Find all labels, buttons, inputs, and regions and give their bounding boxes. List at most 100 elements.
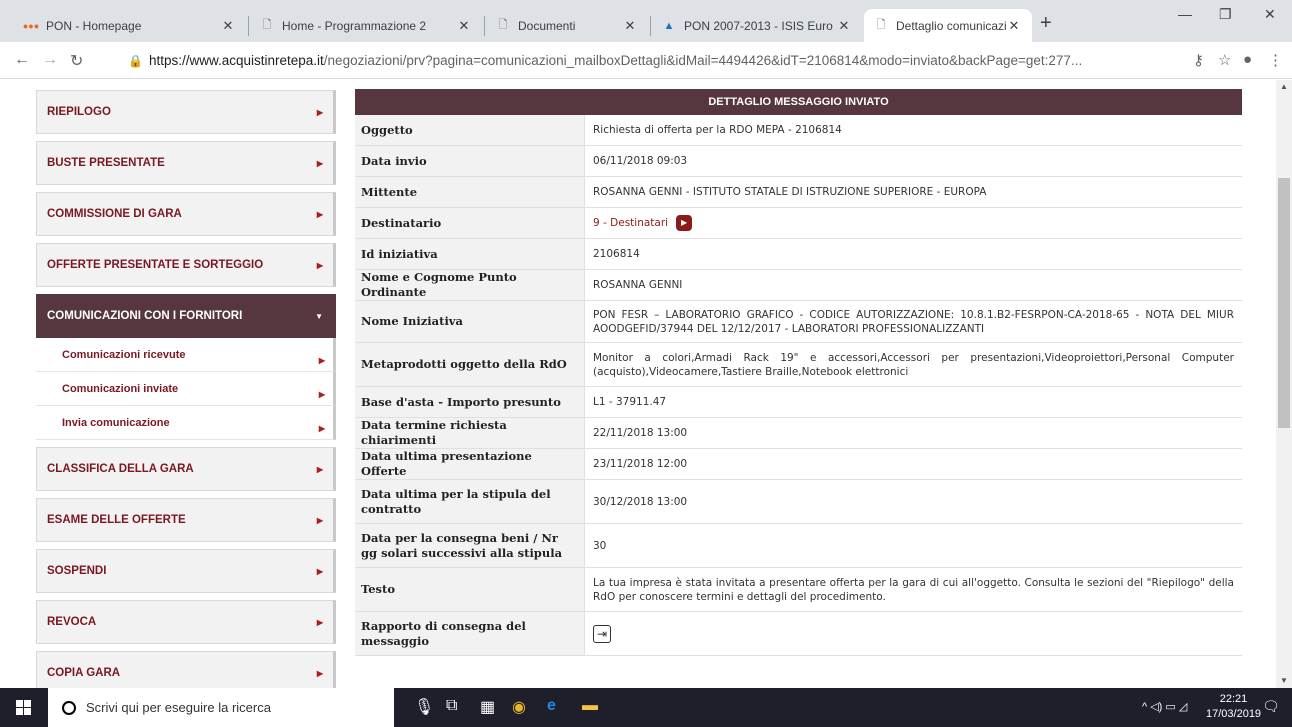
sidebar-item-sospendi[interactable]: SOSPENDI ▶: [36, 549, 336, 593]
new-tab-icon[interactable]: +: [1040, 12, 1052, 35]
tab-label: Dettaglio comunicazione: [896, 18, 1006, 33]
sidebar-item-label: BUSTE PRESENTATE: [47, 157, 165, 169]
account-icon[interactable]: ●: [1243, 51, 1252, 68]
row-label: Data ultima presentazione Offerte: [355, 449, 585, 479]
file-explorer-icon[interactable]: ▬: [582, 697, 598, 715]
table-row: Id iniziativa 2106814: [355, 239, 1242, 270]
row-label: Metaprodotti oggetto della RdO: [355, 343, 585, 386]
close-icon[interactable]: ✕: [220, 18, 236, 34]
forward-icon[interactable]: →: [42, 51, 58, 69]
restore-icon[interactable]: ❐: [1219, 6, 1232, 23]
scroll-up-icon[interactable]: ▲: [1280, 82, 1288, 91]
sidebar-item-label: CLASSIFICA DELLA GARA: [47, 463, 194, 475]
close-icon[interactable]: ✕: [456, 18, 472, 34]
system-tray-icons[interactable]: ^ ◁) ▭ ◿: [1142, 700, 1187, 713]
tab-dettaglio-comunicazione[interactable]: 🗋 Dettaglio comunicazione ✕: [864, 9, 1032, 42]
triangle-right-icon: ▶: [316, 515, 323, 525]
tab-label: PON 2007-2013 - ISIS Euro: [684, 18, 833, 33]
expand-arrow-icon[interactable]: ▶: [676, 215, 693, 231]
sidebar-subitem-comunicazioni-ricevute[interactable]: Comunicazioni ricevute ▶: [36, 338, 336, 372]
dots-icon: ●●●: [22, 20, 40, 31]
taskbar-clock[interactable]: 22:21 17/03/2019: [1206, 692, 1261, 722]
sidebar-submenu: Comunicazioni ricevute ▶ Comunicazioni in…: [36, 338, 336, 440]
page-icon: 🗋: [498, 19, 508, 31]
microphone-icon[interactable]: 🎙: [414, 697, 434, 717]
sidebar-item-comunicazioni-fornitori[interactable]: COMUNICAZIONI CON I FORNITORI ▼: [36, 294, 336, 338]
page-scrollbar[interactable]: ▲ ▼: [1276, 80, 1292, 688]
key-icon[interactable]: ⚷: [1193, 51, 1204, 69]
taskbar-search-box[interactable]: Scrivi qui per eseguire la ricerca: [48, 688, 394, 727]
sidebar-subitem-invia-comunicazione[interactable]: Invia comunicazione ▶: [36, 406, 336, 440]
table-row: Nome e Cognome Punto Ordinante ROSANNA GE…: [355, 270, 1242, 301]
row-label: Base d'asta - Importo presunto: [355, 387, 585, 417]
tab-home-programmazione[interactable]: 🗋 Home - Programmazione 2 ✕: [250, 9, 482, 42]
sidebar-item-revoca[interactable]: REVOCA ▶: [36, 600, 336, 644]
row-value: La tua impresa è stata invitata a presen…: [593, 576, 1234, 603]
tab-documenti[interactable]: 🗋 Documenti ✕: [486, 9, 648, 42]
tab-pon-homepage[interactable]: ●●● PON - Homepage ✕: [14, 9, 246, 42]
sidebar-item-riepilogo[interactable]: RIEPILOGO ▶: [36, 90, 336, 134]
back-icon[interactable]: ←: [14, 51, 30, 69]
sidebar-item-label: RIEPILOGO: [47, 106, 111, 118]
scrollbar-thumb[interactable]: [1278, 178, 1290, 428]
delivery-report-icon[interactable]: ⇥: [593, 624, 611, 643]
destinatari-link[interactable]: 9 - Destinatari: [593, 216, 668, 230]
close-window-icon[interactable]: ✕: [1264, 6, 1276, 23]
tab-separator: [650, 16, 651, 36]
menu-icon[interactable]: ⋮: [1268, 51, 1283, 69]
star-icon[interactable]: ☆: [1218, 51, 1231, 69]
row-label: Data invio: [355, 146, 585, 176]
sidebar-subitem-comunicazioni-inviate[interactable]: Comunicazioni inviate ▶: [36, 372, 336, 406]
edge-icon[interactable]: e: [547, 697, 556, 715]
row-label: Testo: [355, 568, 585, 611]
reload-icon[interactable]: ↻: [70, 51, 83, 71]
search-placeholder: Scrivi qui per eseguire la ricerca: [86, 700, 271, 715]
row-value: 2106814: [593, 248, 640, 260]
triangle-right-icon: ▶: [316, 158, 323, 168]
sidebar-item-commissione-di-gara[interactable]: COMMISSIONE DI GARA ▶: [36, 192, 336, 236]
tab-separator: [248, 16, 249, 36]
minimize-icon[interactable]: —: [1178, 6, 1192, 22]
sidebar-item-buste-presentate[interactable]: BUSTE PRESENTATE ▶: [36, 141, 336, 185]
clock-time: 22:21: [1219, 693, 1248, 705]
table-row: Rapporto di consegna del messaggio ⇥: [355, 612, 1242, 656]
table-row: Destinatario 9 - Destinatari ▶: [355, 208, 1242, 239]
close-icon[interactable]: ✕: [836, 18, 852, 34]
tab-strip: ●●● PON - Homepage ✕ 🗋 Home - Programmaz…: [0, 0, 1292, 42]
tab-label: Home - Programmazione 2: [282, 18, 427, 33]
table-row: Base d'asta - Importo presunto L1 - 37911…: [355, 387, 1242, 418]
tab-label: PON - Homepage: [46, 18, 142, 33]
triangle-right-icon: ▶: [316, 566, 323, 576]
sidebar-item-label: COPIA GARA: [47, 667, 121, 679]
sidebar-item-copia-gara[interactable]: COPIA GARA ▶: [36, 651, 336, 688]
close-icon[interactable]: ✕: [1006, 18, 1022, 34]
triangle-right-icon: ▶: [318, 356, 325, 365]
row-value: 30: [593, 539, 607, 552]
row-value: Richiesta di offerta per la RDO MEPA - 2…: [593, 124, 842, 136]
sidebar-item-offerte-presentate[interactable]: OFFERTE PRESENTATE E SORTEGGIO ▶: [36, 243, 336, 287]
detail-title: DETTAGLIO MESSAGGIO INVIATO: [355, 89, 1242, 115]
scroll-down-icon[interactable]: ▼: [1280, 676, 1288, 685]
row-value: ⇥: [585, 612, 1242, 655]
sidebar-item-classifica[interactable]: CLASSIFICA DELLA GARA ▶: [36, 447, 336, 491]
row-value: ROSANNA GENNI - ISTITUTO STATALE DI ISTR…: [593, 186, 987, 198]
table-row: Data termine richiesta chiarimenti 22/11/…: [355, 418, 1242, 449]
row-value: 23/11/2018 12:00: [593, 458, 688, 470]
table-row: Testo La tua impresa è stata invitata a p…: [355, 568, 1242, 612]
sidebar-item-label: OFFERTE PRESENTATE E SORTEGGIO: [47, 259, 264, 271]
calculator-icon[interactable]: ▦: [480, 697, 495, 717]
notifications-icon[interactable]: 🗨: [1262, 698, 1280, 715]
row-label: Data per la consegna beni / Nr gg solari…: [355, 524, 585, 567]
close-icon[interactable]: ✕: [622, 18, 638, 34]
sidebar-item-esame-offerte[interactable]: ESAME DELLE OFFERTE ▶: [36, 498, 336, 542]
windows-start-icon[interactable]: [16, 700, 31, 715]
sidebar-subitem-label: Invia comunicazione: [62, 416, 170, 429]
sidebar-item-label: SOSPENDI: [47, 565, 107, 577]
table-row: Data ultima presentazione Offerte 23/11/2…: [355, 449, 1242, 480]
clock-date: 17/03/2019: [1206, 708, 1262, 720]
address-bar[interactable]: 🔒 https://www.acquistinretepa.it/negozia…: [100, 46, 1250, 75]
tab-pon-2007-2013[interactable]: ▲ PON 2007-2013 - ISIS Euro ✕: [652, 9, 862, 42]
task-view-icon[interactable]: ⧉: [446, 697, 457, 715]
chrome-icon[interactable]: ◉: [512, 697, 526, 717]
row-label: Mittente: [355, 177, 585, 207]
